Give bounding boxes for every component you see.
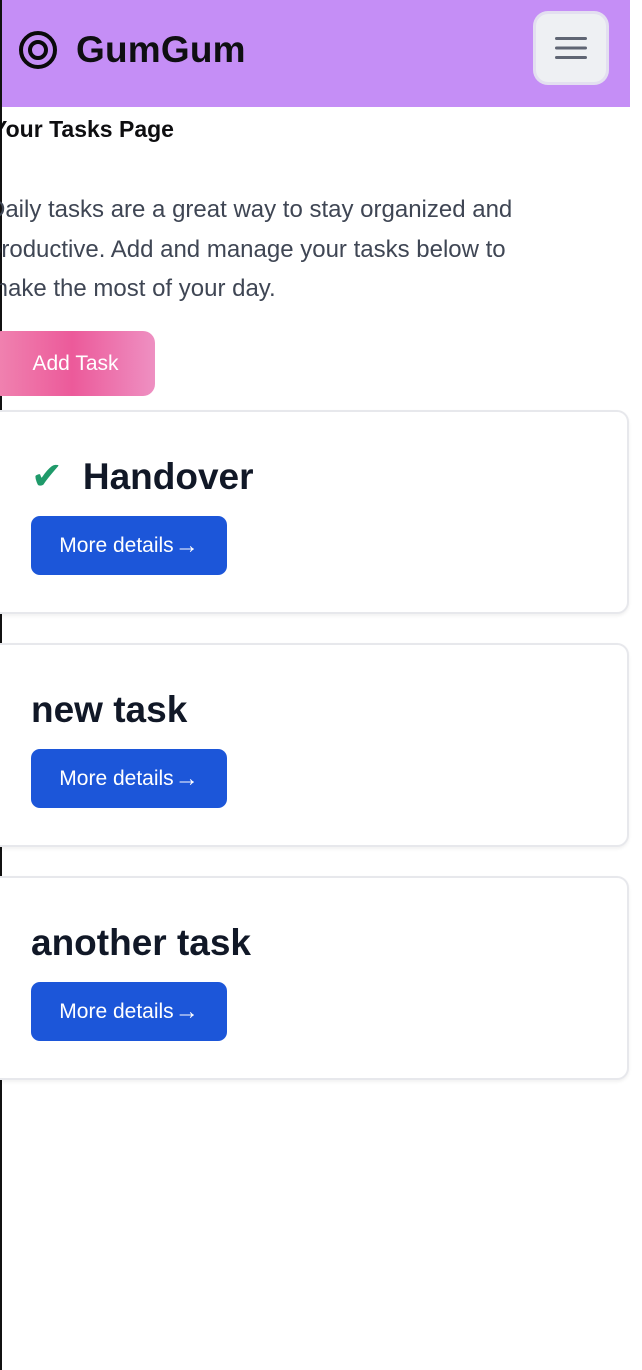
task-card: new task More details → (0, 643, 629, 847)
checkmark-icon: ✔ (31, 456, 63, 498)
arrow-right-icon: → (174, 997, 199, 1025)
arrow-right-icon: → (174, 531, 199, 559)
more-details-label: More details (59, 766, 174, 790)
intro-text: Daily tasks are a great way to stay orga… (0, 190, 598, 309)
task-title-row: ✔ Handover (31, 456, 254, 498)
task-title-row: new task (31, 689, 187, 731)
task-card: another task More details → (0, 876, 629, 1080)
task-title: new task (31, 689, 188, 730)
brand-name[interactable]: GumGum (76, 27, 246, 73)
page-title: Your Tasks Page (0, 116, 174, 142)
task-card: ✔ Handover More details → (0, 410, 629, 614)
more-details-button[interactable]: More details → (31, 982, 227, 1041)
top-navbar: GumGum (2, 0, 630, 107)
add-task-button[interactable]: Add Task (0, 331, 155, 396)
task-title: another task (31, 922, 252, 963)
task-title-row: another task (31, 922, 251, 964)
intro-line: productive. Add and manage your tasks be… (0, 235, 506, 263)
menu-button[interactable] (536, 14, 606, 82)
more-details-label: More details (59, 999, 174, 1023)
more-details-label: More details (59, 533, 174, 557)
task-title: Handover (82, 456, 254, 497)
more-details-button[interactable]: More details → (31, 516, 227, 575)
intro-line: make the most of your day. (0, 275, 276, 302)
more-details-button[interactable]: More details → (31, 749, 227, 808)
target-icon (19, 31, 57, 69)
intro-line: Daily tasks are a great way to stay orga… (0, 196, 513, 223)
hamburger-menu-icon (555, 37, 587, 59)
arrow-right-icon: → (174, 764, 199, 792)
